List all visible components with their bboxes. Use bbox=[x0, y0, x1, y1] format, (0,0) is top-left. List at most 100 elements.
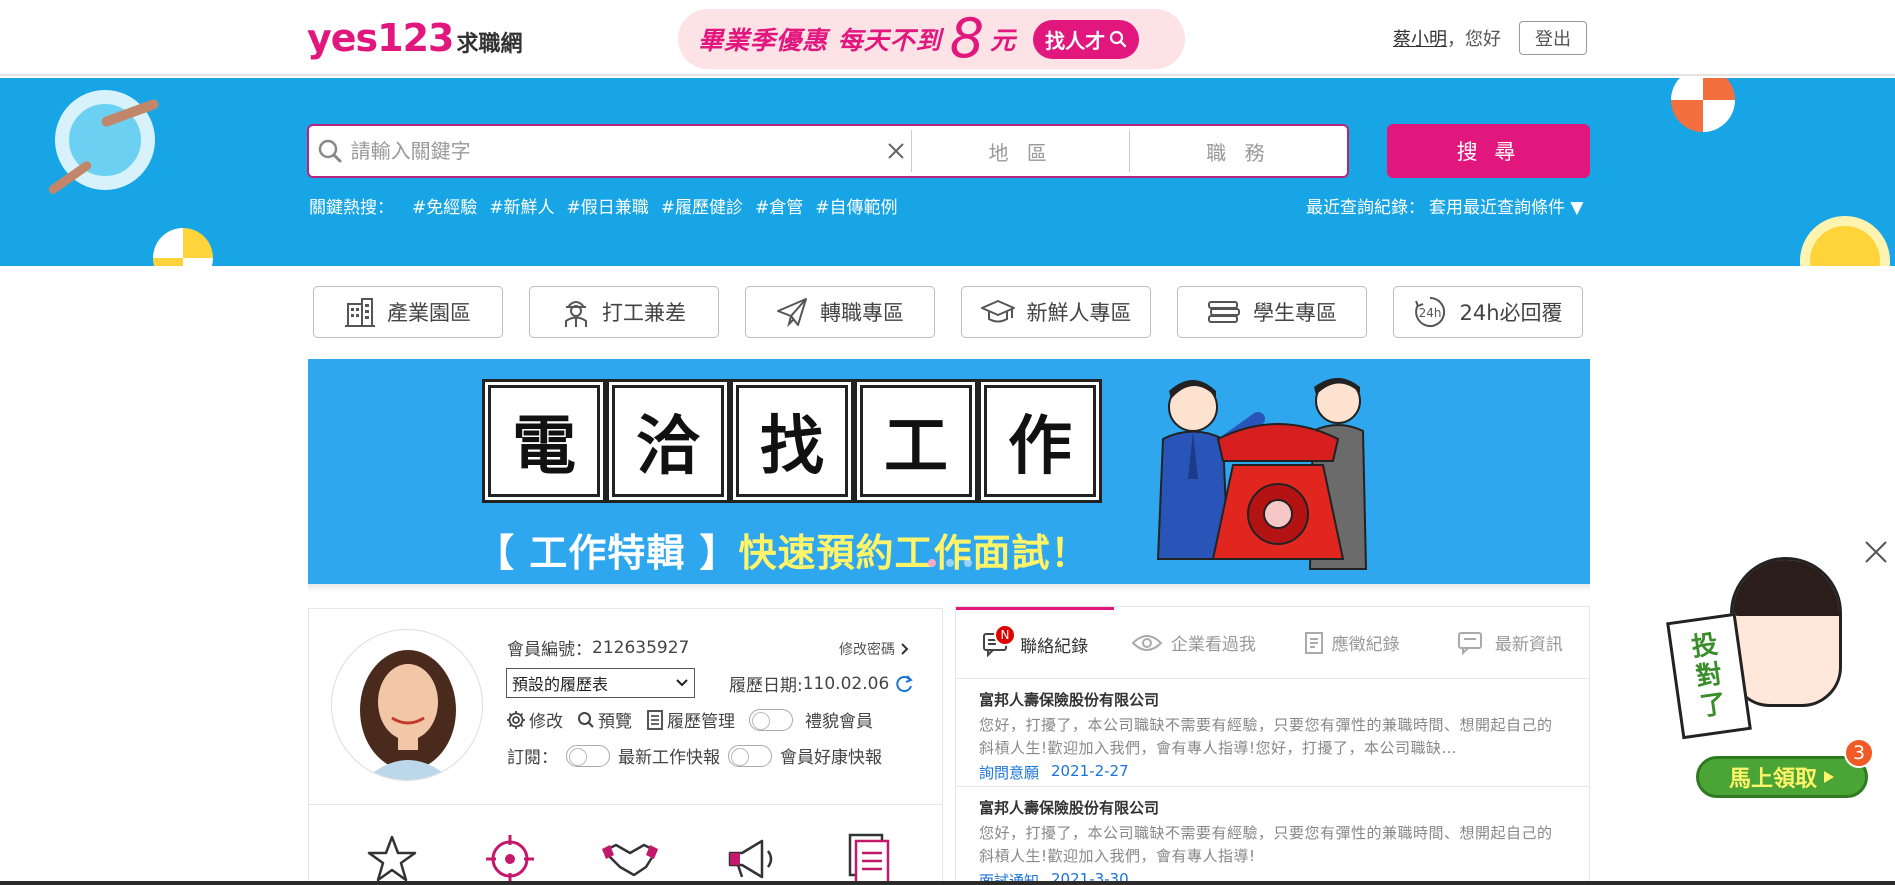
tab-contact-records[interactable]: N 聯絡紀錄 bbox=[956, 607, 1115, 678]
member-deals-label: 會員好康快報 bbox=[780, 748, 882, 768]
logout-button[interactable]: 登出 bbox=[1519, 21, 1587, 55]
promo-banner[interactable]: 畢業季優惠 每天不到 8 元 找人才 bbox=[678, 9, 1185, 69]
divider bbox=[309, 804, 942, 805]
megaphone-icon[interactable] bbox=[722, 831, 778, 885]
recent-searches: 最近查詢紀錄： 套用最近查詢條件 ▼ bbox=[1306, 193, 1583, 218]
carousel-dot[interactable] bbox=[946, 559, 954, 567]
resume-select-value: 預設的履歷表 bbox=[512, 675, 609, 694]
keyword-search-input[interactable] bbox=[350, 128, 881, 174]
quick-category-tiles: 產業園區 打工兼差 轉職專區 新鮮人專區 學生專區 24h 24h必回覆 bbox=[313, 286, 1583, 338]
24h-clock-icon: 24h bbox=[1415, 296, 1446, 327]
tab-latest-news[interactable]: 最新資訊 bbox=[1431, 607, 1589, 678]
paper-plane-icon bbox=[777, 298, 807, 327]
tile-label: 轉職專區 bbox=[820, 301, 904, 325]
hot-keywords: 關鍵熱搜： #免經驗 #新鮮人 #假日兼職 #履歷健診 #倉管 #自傳範例 bbox=[309, 193, 898, 218]
documents-icon[interactable] bbox=[840, 831, 896, 885]
search-button[interactable]: 搜 尋 bbox=[1387, 124, 1590, 178]
hot-tag[interactable]: #履歷健診 bbox=[661, 193, 743, 218]
job-category-selector[interactable]: 職 務 bbox=[1130, 137, 1347, 166]
tile-24h-reply[interactable]: 24h 24h必回覆 bbox=[1393, 286, 1583, 338]
banner-char-box: 洽 bbox=[609, 382, 727, 500]
hot-keywords-label: 關鍵熱搜： bbox=[309, 198, 394, 218]
cartoon-girl-illustration bbox=[1730, 557, 1842, 707]
search-section: 地 區 職 務 搜 尋 關鍵熱搜： #免經驗 #新鮮人 #假日兼職 #履歷健診 … bbox=[0, 78, 1895, 266]
chevron-right-icon bbox=[901, 643, 909, 655]
tab-application-records[interactable]: 應徵紀錄 bbox=[1273, 607, 1431, 678]
resume-manage-label: 履歷管理 bbox=[667, 712, 735, 732]
eye-icon bbox=[1131, 634, 1163, 651]
side-promo[interactable]: 投 對 了 馬上領取 3 bbox=[1666, 553, 1874, 803]
tile-label: 產業園區 bbox=[387, 301, 471, 325]
claim-now-label: 馬上領取 bbox=[1728, 767, 1817, 792]
tile-label: 24h必回覆 bbox=[1459, 301, 1563, 325]
message-type-link[interactable]: 詢問意願 bbox=[979, 762, 1039, 783]
tab-label: 應徵紀錄 bbox=[1331, 635, 1400, 655]
hot-tag[interactable]: #免經驗 bbox=[412, 193, 477, 218]
tile-student[interactable]: 學生專區 bbox=[1177, 286, 1367, 338]
recent-searches-dropdown[interactable]: 套用最近查詢條件 ▼ bbox=[1429, 193, 1583, 218]
resume-manage-button[interactable]: 履歷管理 bbox=[646, 707, 735, 732]
resume-select[interactable]: 預設的履歷表 bbox=[506, 668, 695, 698]
cartoon-hair bbox=[1733, 560, 1839, 616]
books-icon bbox=[1208, 301, 1240, 323]
tile-industry-park[interactable]: 產業園區 bbox=[313, 286, 503, 338]
promo-sign-char: 對 bbox=[1694, 659, 1724, 693]
member-id-label: 會員編號： bbox=[507, 640, 592, 660]
logo-main-text: yes123 bbox=[307, 16, 454, 60]
claim-now-button[interactable]: 馬上領取 bbox=[1696, 756, 1868, 798]
promo-number: 8 bbox=[949, 7, 985, 70]
hero-banner[interactable]: 電 洽 找 工 作 【 工作特輯 】 快速預約工作面試！ bbox=[308, 359, 1590, 584]
tab-label: 聯絡紀錄 bbox=[1020, 636, 1089, 657]
refresh-icon[interactable] bbox=[895, 674, 915, 694]
beach-ball-decoration bbox=[153, 228, 213, 266]
message-item[interactable]: 富邦人壽保險股份有限公司 您好，打擾了，本公司職缺不需要有經驗，只要您有彈性的兼… bbox=[956, 787, 1589, 885]
magnifier-icon bbox=[1109, 30, 1127, 48]
hot-tag[interactable]: #假日兼職 bbox=[567, 193, 649, 218]
courtesy-member-toggle[interactable] bbox=[749, 708, 793, 731]
tile-fresh-graduate[interactable]: 新鮮人專區 bbox=[961, 286, 1151, 338]
avatar[interactable] bbox=[331, 629, 483, 781]
courtesy-member-label: 禮貌會員 bbox=[805, 712, 873, 732]
carousel-dot[interactable] bbox=[964, 559, 972, 567]
preview-resume-button[interactable]: 預覽 bbox=[577, 707, 632, 732]
region-selector[interactable]: 地 區 bbox=[912, 137, 1129, 166]
carousel-dot[interactable] bbox=[928, 559, 936, 567]
latest-jobs-toggle[interactable] bbox=[566, 744, 610, 767]
handshake-icon[interactable] bbox=[600, 831, 660, 885]
member-panel: 會員編號： 212635927 修改密碼 預設的履歷表 履歷日期: 110.02… bbox=[308, 608, 943, 885]
member-deals-toggle[interactable] bbox=[728, 744, 772, 767]
tile-label: 打工兼差 bbox=[602, 301, 686, 325]
change-password-link[interactable]: 修改密碼 bbox=[839, 639, 909, 659]
hot-tag[interactable]: #新鮮人 bbox=[489, 193, 554, 218]
user-area: 蔡小明 ，您好 登出 bbox=[1393, 20, 1587, 56]
tab-label: 最新資訊 bbox=[1494, 635, 1563, 655]
banner-shadow bbox=[308, 584, 1590, 592]
promo-find-talent-button[interactable]: 找人才 bbox=[1033, 19, 1140, 59]
hot-tag[interactable]: #自傳範例 bbox=[815, 193, 897, 218]
edit-resume-button[interactable]: 修改 bbox=[506, 707, 563, 732]
hot-tag[interactable]: #倉管 bbox=[755, 193, 803, 218]
user-name-link[interactable]: 蔡小明 bbox=[1393, 25, 1447, 51]
star-icon[interactable] bbox=[364, 831, 420, 885]
site-logo[interactable]: yes123 求職網 bbox=[307, 16, 523, 60]
promo-sign-char: 了 bbox=[1698, 689, 1729, 723]
message-item[interactable]: 富邦人壽保險股份有限公司 您好，打擾了，本公司職缺不需要有經驗，只要您有彈性的兼… bbox=[956, 679, 1589, 787]
tile-label: 新鮮人專區 bbox=[1026, 301, 1132, 325]
member-id-row: 會員編號： 212635927 bbox=[507, 635, 689, 661]
clear-icon[interactable] bbox=[881, 142, 912, 160]
resume-date-row: 履歷日期: 110.02.06 bbox=[729, 671, 915, 696]
search-icon bbox=[578, 711, 594, 728]
banner-char-box: 作 bbox=[981, 382, 1099, 500]
new-badge: N bbox=[994, 624, 1016, 646]
tile-part-time[interactable]: 打工兼差 bbox=[529, 286, 719, 338]
change-password-label: 修改密碼 bbox=[839, 642, 895, 658]
subscription-row: 訂閱： 最新工作快報 會員好康快報 bbox=[507, 743, 882, 768]
tab-companies-viewed-me[interactable]: 企業看過我 bbox=[1114, 607, 1272, 678]
document-icon bbox=[1304, 631, 1323, 654]
banner-char-box: 工 bbox=[857, 382, 975, 500]
tile-career-change[interactable]: 轉職專區 bbox=[745, 286, 935, 338]
chevron-down-icon bbox=[676, 679, 688, 687]
top-header: yes123 求職網 畢業季優惠 每天不到 8 元 找人才 蔡小明 ，您好 登出 bbox=[0, 0, 1895, 76]
target-icon[interactable] bbox=[482, 831, 538, 885]
graduation-cap-icon bbox=[980, 300, 1015, 323]
